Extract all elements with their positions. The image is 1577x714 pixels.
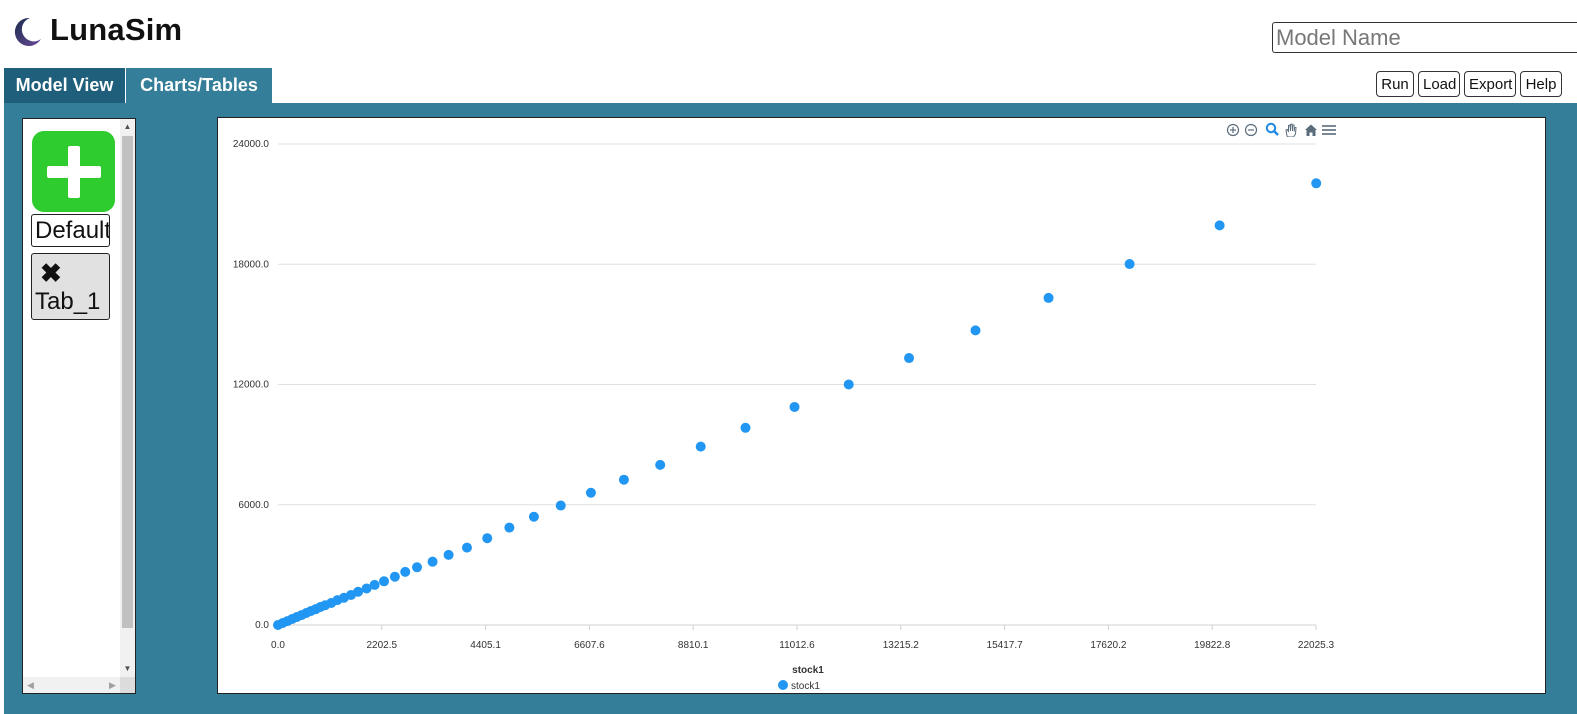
data-point bbox=[482, 533, 493, 544]
data-point bbox=[427, 556, 438, 567]
tab1-label: Tab_1 bbox=[35, 288, 101, 315]
data-point bbox=[970, 325, 981, 336]
scrollbar-corner bbox=[120, 677, 135, 693]
horizontal-scrollbar[interactable]: ◀ ▶ bbox=[23, 677, 120, 693]
export-button[interactable]: Export bbox=[1464, 71, 1516, 97]
y-tick-label: 18000.0 bbox=[233, 259, 270, 270]
scroll-up-icon[interactable]: ▲ bbox=[120, 119, 135, 134]
chart-panel: 0.0 6000.0 12000.0 18000.0 24000.0 0.0 2202.5 4… bbox=[217, 117, 1546, 694]
x-tick-label: 8810.1 bbox=[678, 640, 709, 651]
data-point bbox=[585, 487, 596, 498]
data-point bbox=[461, 542, 472, 553]
app-root: LunaSim Model View Charts/Tables Run Loa… bbox=[0, 0, 1577, 714]
app-title: LunaSim bbox=[50, 12, 183, 47]
data-point bbox=[618, 474, 629, 485]
data-point bbox=[740, 422, 751, 433]
x-tick-label: 13215.2 bbox=[883, 640, 920, 651]
x-tick-label: 22025.3 bbox=[1298, 640, 1335, 651]
data-point bbox=[1124, 259, 1135, 270]
plus-icon[interactable] bbox=[32, 131, 115, 212]
data-point bbox=[528, 511, 539, 522]
scroll-right-icon[interactable]: ▶ bbox=[105, 677, 120, 693]
load-button[interactable]: Load bbox=[1418, 71, 1460, 97]
x-tick-label: 11012.6 bbox=[779, 640, 815, 651]
data-point bbox=[400, 566, 411, 577]
header: LunaSim bbox=[0, 0, 1577, 66]
y-tick-label: 0.0 bbox=[255, 620, 269, 631]
legend-label: stock1 bbox=[791, 681, 820, 692]
data-point bbox=[443, 549, 454, 560]
data-point bbox=[789, 401, 800, 412]
data-point bbox=[843, 379, 854, 390]
x-icon[interactable]: ✖ bbox=[40, 260, 62, 286]
y-tick-label: 6000.0 bbox=[238, 500, 269, 511]
x-tick-label: 15417.7 bbox=[987, 640, 1024, 651]
scatter-chart: 0.0 6000.0 12000.0 18000.0 24000.0 0.0 2202.5 4… bbox=[233, 139, 1335, 692]
chart-tabs-sidebar: Default ✖ Tab_1 ▲ ▼ ◀ ▶ bbox=[22, 118, 136, 694]
data-point bbox=[695, 441, 706, 452]
data-point bbox=[904, 353, 915, 364]
model-name-input[interactable] bbox=[1272, 22, 1577, 53]
data-point bbox=[379, 576, 390, 587]
x-axis-title: stock1 bbox=[792, 665, 824, 676]
x-tick-label: 17620.2 bbox=[1090, 640, 1127, 651]
data-point bbox=[1311, 178, 1322, 189]
scroll-down-icon[interactable]: ▼ bbox=[120, 661, 135, 676]
data-point bbox=[1043, 292, 1054, 303]
x-tick-label: 4405.1 bbox=[470, 640, 501, 651]
main-tabs: Model View Charts/Tables bbox=[0, 66, 1577, 103]
default-tab-button[interactable]: Default bbox=[31, 214, 110, 247]
scrollbar-thumb[interactable] bbox=[122, 136, 133, 628]
data-point bbox=[412, 562, 423, 573]
help-button[interactable]: Help bbox=[1520, 71, 1562, 97]
data-point bbox=[555, 500, 566, 511]
tab-charts-tables[interactable]: Charts/Tables bbox=[126, 68, 272, 103]
scroll-left-icon[interactable]: ◀ bbox=[23, 677, 38, 693]
data-point bbox=[389, 571, 400, 582]
x-tick-label: 0.0 bbox=[271, 640, 285, 651]
data-point bbox=[369, 579, 380, 590]
y-tick-label: 24000.0 bbox=[233, 139, 270, 150]
legend-marker bbox=[778, 680, 788, 690]
run-button[interactable]: Run bbox=[1376, 71, 1414, 97]
crescent-moon-icon bbox=[14, 17, 41, 46]
x-tick-label: 6607.6 bbox=[574, 640, 605, 651]
x-tick-label: 2202.5 bbox=[367, 640, 398, 651]
x-tick-label: 19822.8 bbox=[1194, 640, 1231, 651]
tab-model-view[interactable]: Model View bbox=[4, 68, 125, 103]
data-point bbox=[504, 522, 515, 533]
data-point bbox=[655, 459, 666, 470]
vertical-scrollbar[interactable]: ▲ ▼ bbox=[120, 119, 135, 677]
data-point bbox=[1214, 220, 1225, 231]
y-tick-label: 12000.0 bbox=[233, 380, 270, 391]
tab1-button[interactable]: ✖ Tab_1 bbox=[31, 253, 110, 320]
